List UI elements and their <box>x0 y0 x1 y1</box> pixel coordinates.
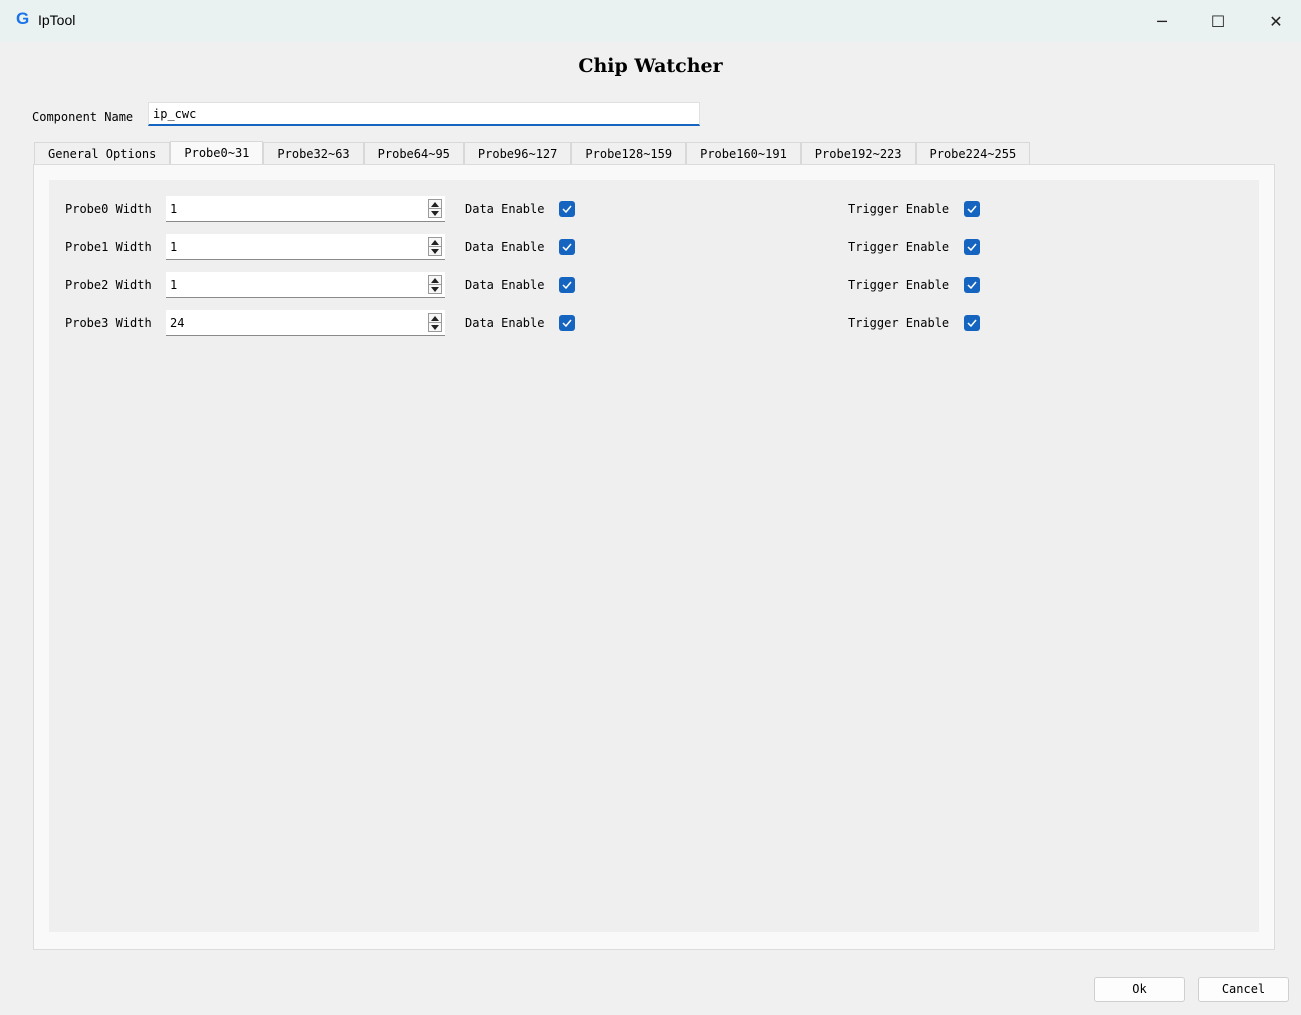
probe-row: Probe2 Width 1 Data Enable Trigger Enabl… <box>0 271 1301 299</box>
spin-up-button[interactable] <box>429 238 441 246</box>
spin-down-button[interactable] <box>429 285 441 293</box>
probe-width-spinbox[interactable]: 24 <box>166 310 445 336</box>
trigger-enable-checkbox[interactable] <box>964 315 980 331</box>
trigger-enable-label: Trigger Enable <box>848 316 950 330</box>
tab-probe0-31[interactable]: Probe0~31 <box>170 141 264 165</box>
tab-probe160-191[interactable]: Probe160~191 <box>686 142 801 165</box>
trigger-enable-checkbox[interactable] <box>964 239 980 255</box>
spin-up-button[interactable] <box>429 200 441 208</box>
checkmark-icon <box>562 243 572 251</box>
spin-buttons <box>428 275 442 294</box>
probe-width-value: 1 <box>170 240 178 254</box>
probe-width-spinbox[interactable]: 1 <box>166 234 445 260</box>
spin-down-button[interactable] <box>429 209 441 217</box>
data-enable-label: Data Enable <box>465 316 545 330</box>
trigger-enable-label: Trigger Enable <box>848 202 950 216</box>
caret-up-icon <box>431 277 439 283</box>
tab-probe96-127[interactable]: Probe96~127 <box>463 142 572 165</box>
spin-down-button[interactable] <box>429 323 441 331</box>
probe-width-spinbox[interactable]: 1 <box>166 272 445 298</box>
tab-probe192-223[interactable]: Probe192~223 <box>800 142 916 165</box>
spin-up-button[interactable] <box>429 276 441 284</box>
data-enable-checkbox[interactable] <box>559 277 575 293</box>
data-enable-label: Data Enable <box>465 278 545 292</box>
minimize-icon: ─ <box>1157 11 1167 31</box>
minimize-button[interactable]: ─ <box>1139 0 1185 42</box>
spin-down-button[interactable] <box>429 247 441 255</box>
data-enable-checkbox[interactable] <box>559 201 575 217</box>
probe-row: Probe3 Width 24 Data Enable Trigger Enab… <box>0 309 1301 337</box>
component-name-input[interactable]: ip_cwc <box>148 102 700 126</box>
maximize-icon: ☐ <box>1210 11 1226 31</box>
checkmark-icon <box>967 243 977 251</box>
checkmark-icon <box>562 319 572 327</box>
trigger-enable-checkbox[interactable] <box>964 277 980 293</box>
checkmark-icon <box>967 319 977 327</box>
window-title: IpTool <box>38 12 76 28</box>
tab-general-options[interactable]: General Options <box>34 142 171 165</box>
data-enable-checkbox[interactable] <box>559 315 575 331</box>
checkmark-icon <box>967 205 977 213</box>
data-enable-label: Data Enable <box>465 202 545 216</box>
cancel-button[interactable]: Cancel <box>1198 977 1289 1002</box>
trigger-enable-label: Trigger Enable <box>848 240 950 254</box>
probe-width-label: Probe2 Width <box>65 278 152 292</box>
maximize-button[interactable]: ☐ <box>1195 0 1241 42</box>
probe-width-value: 1 <box>170 202 178 216</box>
trigger-enable-checkbox[interactable] <box>964 201 980 217</box>
spin-up-button[interactable] <box>429 314 441 322</box>
component-name-label: Component Name <box>32 110 134 124</box>
spin-buttons <box>428 237 442 256</box>
caret-up-icon <box>431 201 439 207</box>
data-enable-label: Data Enable <box>465 240 545 254</box>
trigger-enable-label: Trigger Enable <box>848 278 950 292</box>
checkmark-icon <box>562 205 572 213</box>
tab-probe32-63[interactable]: Probe32~63 <box>263 142 364 165</box>
probe-width-label: Probe3 Width <box>65 316 152 330</box>
caret-down-icon <box>431 248 439 254</box>
tab-probe128-159[interactable]: Probe128~159 <box>571 142 687 165</box>
spin-buttons <box>428 199 442 218</box>
caret-down-icon <box>431 324 439 330</box>
tab-probe64-95[interactable]: Probe64~95 <box>363 142 464 165</box>
page-title: Chip Watcher <box>578 55 723 77</box>
spin-buttons <box>428 313 442 332</box>
probe-width-value: 1 <box>170 278 178 292</box>
data-enable-checkbox[interactable] <box>559 239 575 255</box>
probe-width-label: Probe1 Width <box>65 240 152 254</box>
close-icon: ✕ <box>1269 11 1283 31</box>
title-bar: G IpTool ─ ☐ ✕ <box>0 0 1301 42</box>
caret-up-icon <box>431 315 439 321</box>
probe-width-value: 24 <box>170 316 185 330</box>
tab-bar: General Options Probe0~31 Probe32~63 Pro… <box>34 141 1031 165</box>
caret-down-icon <box>431 210 439 216</box>
close-button[interactable]: ✕ <box>1253 0 1299 42</box>
app-logo-icon: G <box>16 9 30 28</box>
ok-button[interactable]: Ok <box>1094 977 1185 1002</box>
probe-width-spinbox[interactable]: 1 <box>166 196 445 222</box>
probe-row: Probe1 Width 1 Data Enable Trigger Enabl… <box>0 233 1301 261</box>
caret-down-icon <box>431 286 439 292</box>
probe-row: Probe0 Width 1 Data Enable Trigger Enabl… <box>0 195 1301 223</box>
checkmark-icon <box>967 281 977 289</box>
checkmark-icon <box>562 281 572 289</box>
probe-width-label: Probe0 Width <box>65 202 152 216</box>
tab-probe224-255[interactable]: Probe224~255 <box>915 142 1031 165</box>
caret-up-icon <box>431 239 439 245</box>
